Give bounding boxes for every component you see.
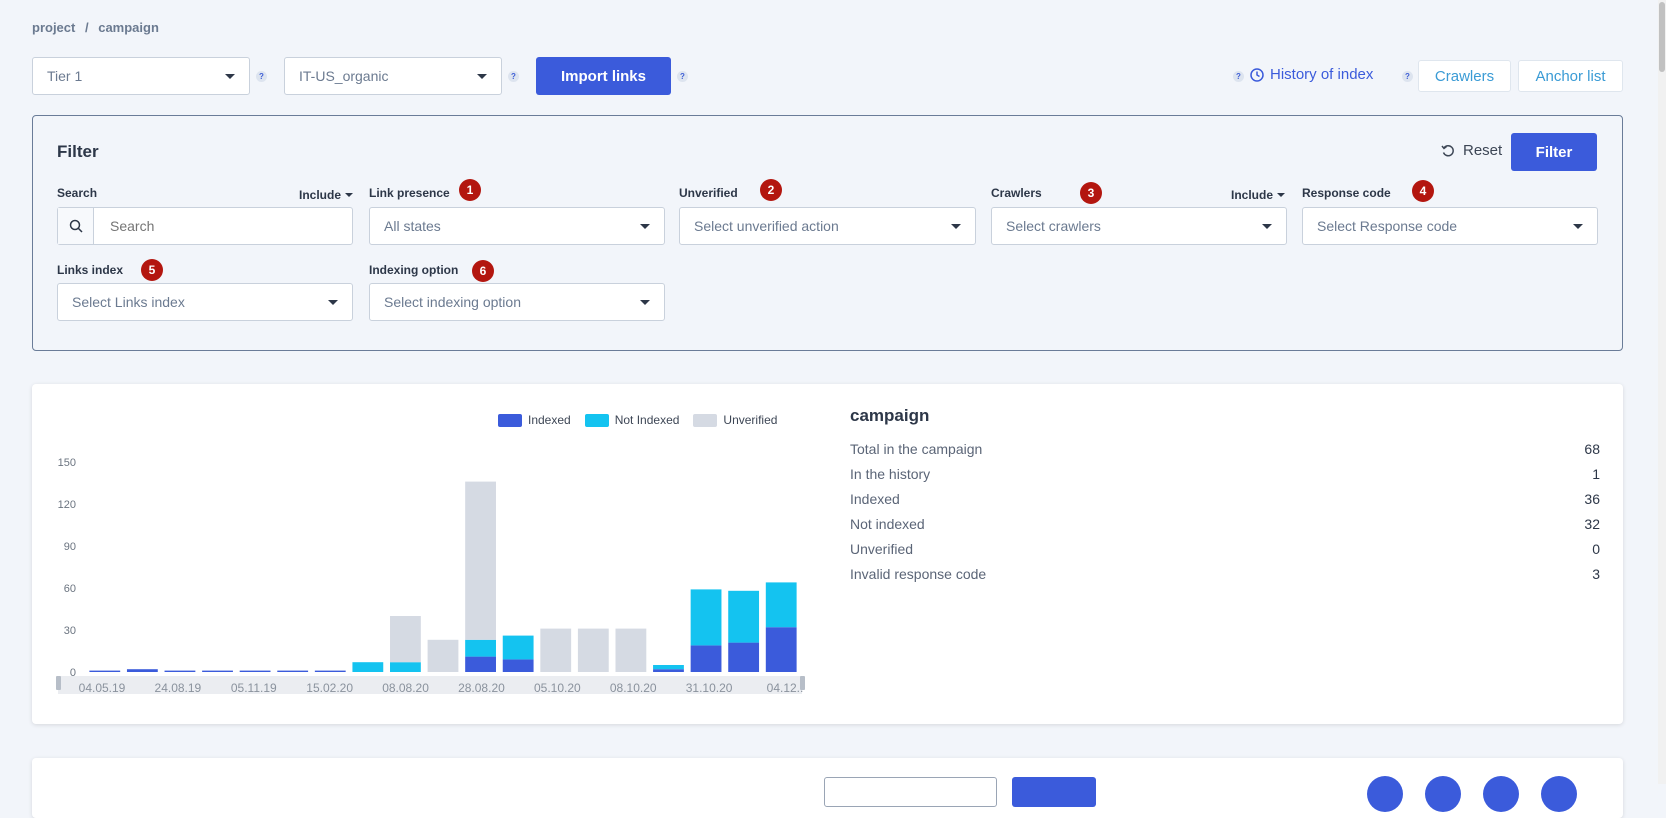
stat-value: 1 bbox=[1592, 466, 1600, 482]
x-tick-label: 08.08.20 bbox=[382, 681, 429, 695]
stat-value: 0 bbox=[1592, 541, 1600, 557]
bar-segment bbox=[577, 628, 609, 672]
y-tick-label: 120 bbox=[58, 499, 76, 511]
bar-segment bbox=[502, 635, 534, 660]
stat-row: Total in the campaign 68 bbox=[850, 441, 1600, 457]
x-tick-label: 24.08.19 bbox=[155, 681, 202, 695]
y-tick-label: 60 bbox=[64, 583, 76, 595]
bar-segment bbox=[126, 669, 158, 672]
bar-segment bbox=[765, 627, 797, 672]
stat-label: Not indexed bbox=[850, 516, 925, 532]
x-tick-label: 28.08.20 bbox=[458, 681, 505, 695]
stats-title: campaign bbox=[850, 406, 930, 425]
stat-value: 36 bbox=[1584, 491, 1600, 507]
bar-segment bbox=[690, 589, 722, 646]
action-circle-button[interactable] bbox=[1541, 776, 1577, 812]
apply-button[interactable] bbox=[1012, 777, 1096, 807]
stat-label: In the history bbox=[850, 466, 931, 482]
stat-value: 68 bbox=[1584, 441, 1600, 457]
stat-label: Total in the campaign bbox=[850, 441, 983, 457]
bar-segment bbox=[465, 639, 496, 657]
bar-segment bbox=[277, 670, 309, 672]
y-tick-label: 30 bbox=[64, 625, 76, 637]
index-history-chart: 030609012015004.05.19 24.08.19 05.11.19 15.… bbox=[56, 457, 805, 695]
stat-row: Unverified 0 bbox=[850, 541, 1600, 557]
bar-segment bbox=[465, 656, 496, 672]
action-circle-button[interactable] bbox=[1367, 776, 1403, 812]
bar-segment bbox=[540, 628, 572, 672]
bar-segment bbox=[465, 481, 496, 640]
action-circle-button[interactable] bbox=[1425, 776, 1461, 812]
stat-value: 32 bbox=[1584, 516, 1600, 532]
stat-label: Unverified bbox=[850, 541, 914, 557]
x-tick-label: 04.12.. bbox=[767, 681, 804, 695]
bar-segment bbox=[690, 645, 722, 672]
stat-row: In the history 1 bbox=[850, 466, 1600, 482]
bar-segment bbox=[352, 662, 384, 672]
bar-segment bbox=[653, 665, 684, 670]
bar-segment bbox=[427, 639, 459, 672]
bar-segment bbox=[202, 670, 233, 672]
y-tick-label: 90 bbox=[64, 541, 76, 553]
stat-row: Indexed 36 bbox=[850, 491, 1600, 507]
stat-label: Indexed bbox=[850, 491, 900, 507]
bar-segment bbox=[728, 590, 760, 643]
stat-row: Invalid response code 3 bbox=[850, 566, 1600, 582]
bar-segment bbox=[89, 670, 121, 672]
page-size-select[interactable] bbox=[824, 777, 997, 807]
bar-segment bbox=[164, 670, 196, 672]
bar-segment bbox=[728, 642, 760, 672]
stat-value: 3 bbox=[1592, 566, 1600, 582]
page-scrollbar[interactable] bbox=[1658, 0, 1666, 784]
stat-row: Not indexed 32 bbox=[850, 516, 1600, 532]
x-tick-label: 05.10.20 bbox=[534, 681, 581, 695]
bar-segment bbox=[653, 669, 684, 672]
scrollbar-thumb[interactable] bbox=[1659, 2, 1665, 72]
bar-segment bbox=[502, 659, 534, 672]
x-tick-label: 31.10.20 bbox=[686, 681, 733, 695]
x-tick-label: 04.05.19 bbox=[79, 681, 126, 695]
bar-segment bbox=[765, 582, 797, 628]
y-tick-label: 150 bbox=[58, 457, 76, 469]
bar-segment bbox=[239, 670, 271, 672]
bar-segment bbox=[390, 616, 421, 663]
x-tick-label: 05.11.19 bbox=[231, 681, 277, 695]
range-handle-left bbox=[56, 676, 61, 690]
bar-segment bbox=[615, 628, 647, 672]
x-tick-label: 08.10.20 bbox=[610, 681, 657, 695]
action-circle-button[interactable] bbox=[1483, 776, 1519, 812]
bar-segment bbox=[314, 670, 346, 672]
stat-label: Invalid response code bbox=[850, 566, 987, 582]
x-tick-label: 15.02.20 bbox=[306, 681, 353, 695]
bar-segment bbox=[390, 662, 421, 672]
